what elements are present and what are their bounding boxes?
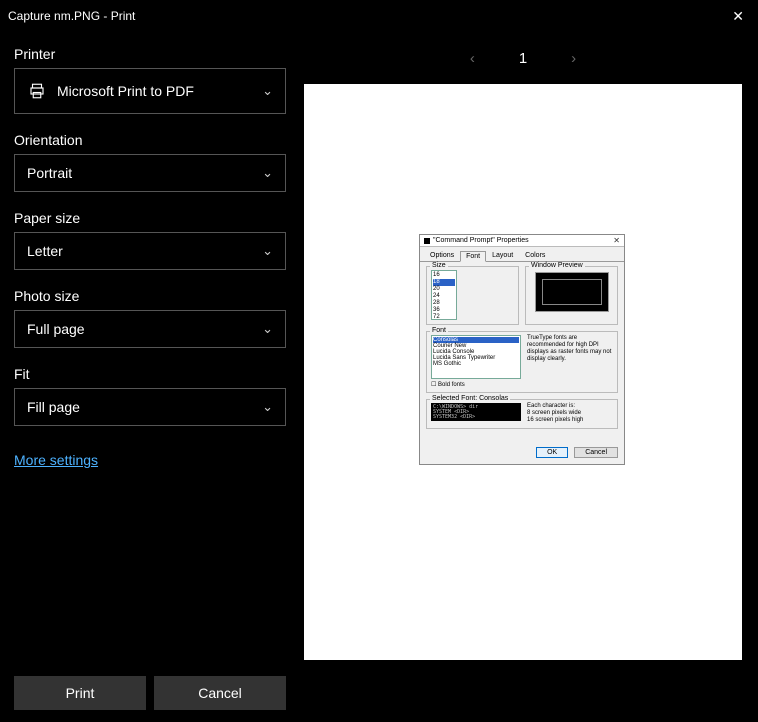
photo-size-value: Full page <box>27 321 85 337</box>
preview-panel: ‹ 1 › "Command Prompt" Properties ✕ Opti… <box>300 32 758 720</box>
fit-value: Fill page <box>27 399 80 415</box>
preview-cancel-button: Cancel <box>574 447 618 458</box>
settings-panel: Printer Microsoft Print to PDF ⌄ Orienta… <box>0 32 300 720</box>
preview-cmd-properties-dialog: "Command Prompt" Properties ✕ Options Fo… <box>419 234 625 465</box>
chevron-down-icon: ⌄ <box>262 243 273 259</box>
preview-bold-checkbox: ☐ Bold fonts <box>431 381 613 388</box>
preview-font-group: Font Consolas Courier New Lucida Console… <box>426 331 618 393</box>
preview-selected-font-label: Selected Font: Consolas <box>430 395 510 402</box>
titlebar: Capture nm.PNG - Print ✕ <box>0 0 758 32</box>
preview-tab-font: Font <box>460 251 486 262</box>
action-buttons: Print Cancel <box>14 676 286 720</box>
preview-dialog-title: "Command Prompt" Properties <box>433 237 529 244</box>
next-page-icon[interactable]: › <box>571 50 576 67</box>
preview-font-list: Consolas Courier New Lucida Console Luci… <box>431 335 521 379</box>
preview-size-group: Size 16 18 20 24 28 36 72 <box>426 266 519 325</box>
preview-window-preview-group: Window Preview <box>525 266 618 325</box>
printer-icon <box>27 81 47 101</box>
close-icon[interactable]: ✕ <box>732 8 744 25</box>
preview-ok-button: OK <box>536 447 568 458</box>
main-layout: Printer Microsoft Print to PDF ⌄ Orienta… <box>0 32 758 720</box>
orientation-value: Portrait <box>27 165 72 181</box>
preview-char-desc: Each character is: 8 screen pixels wide … <box>527 403 613 424</box>
print-button[interactable]: Print <box>14 676 146 710</box>
printer-value: Microsoft Print to PDF <box>57 83 194 99</box>
chevron-down-icon: ⌄ <box>262 399 273 415</box>
preview-tab-options: Options <box>424 250 460 261</box>
chevron-down-icon: ⌄ <box>262 165 273 181</box>
preview-dialog-titlebar: "Command Prompt" Properties ✕ <box>420 235 624 247</box>
preview-selected-font-group: Selected Font: Consolas C:\WINDOWS> dir … <box>426 399 618 429</box>
photo-size-select[interactable]: Full page ⌄ <box>14 310 286 348</box>
preview-size-label: Size <box>430 262 448 269</box>
cancel-button[interactable]: Cancel <box>154 676 286 710</box>
preview-window-preview-box <box>535 272 609 312</box>
printer-label: Printer <box>14 46 286 62</box>
page-preview: "Command Prompt" Properties ✕ Options Fo… <box>304 84 742 660</box>
preview-tab-layout: Layout <box>486 250 519 261</box>
preview-tab-colors: Colors <box>519 250 551 261</box>
fit-select[interactable]: Fill page ⌄ <box>14 388 286 426</box>
preview-font-label: Font <box>430 327 448 334</box>
fit-label: Fit <box>14 366 286 382</box>
paper-size-label: Paper size <box>14 210 286 226</box>
preview-dialog-buttons: OK Cancel <box>420 441 624 464</box>
preview-close-icon: ✕ <box>613 236 620 245</box>
page-number: 1 <box>519 50 527 67</box>
chevron-down-icon: ⌄ <box>262 321 273 337</box>
preview-tabs: Options Font Layout Colors <box>420 247 624 261</box>
preview-font-note: TrueType fonts are recommended for high … <box>527 335 613 379</box>
paper-size-value: Letter <box>27 243 63 259</box>
orientation-label: Orientation <box>14 132 286 148</box>
paper-size-select[interactable]: Letter ⌄ <box>14 232 286 270</box>
prev-page-icon[interactable]: ‹ <box>470 50 475 67</box>
preview-window-preview-label: Window Preview <box>529 262 585 269</box>
printer-select[interactable]: Microsoft Print to PDF ⌄ <box>14 68 286 114</box>
window-title: Capture nm.PNG - Print <box>8 9 135 23</box>
preview-font-sample: C:\WINDOWS> dir SYSTEM <DIR> SYSTEM32 <D… <box>431 403 521 421</box>
preview-size-list: 16 18 20 24 28 36 72 <box>431 270 457 320</box>
more-settings-link[interactable]: More settings <box>14 452 286 468</box>
preview-cmd-icon <box>424 238 430 244</box>
photo-size-label: Photo size <box>14 288 286 304</box>
pager: ‹ 1 › <box>304 32 742 84</box>
preview-body: Size 16 18 20 24 28 36 72 <box>420 261 624 441</box>
orientation-select[interactable]: Portrait ⌄ <box>14 154 286 192</box>
chevron-down-icon: ⌄ <box>262 83 273 99</box>
